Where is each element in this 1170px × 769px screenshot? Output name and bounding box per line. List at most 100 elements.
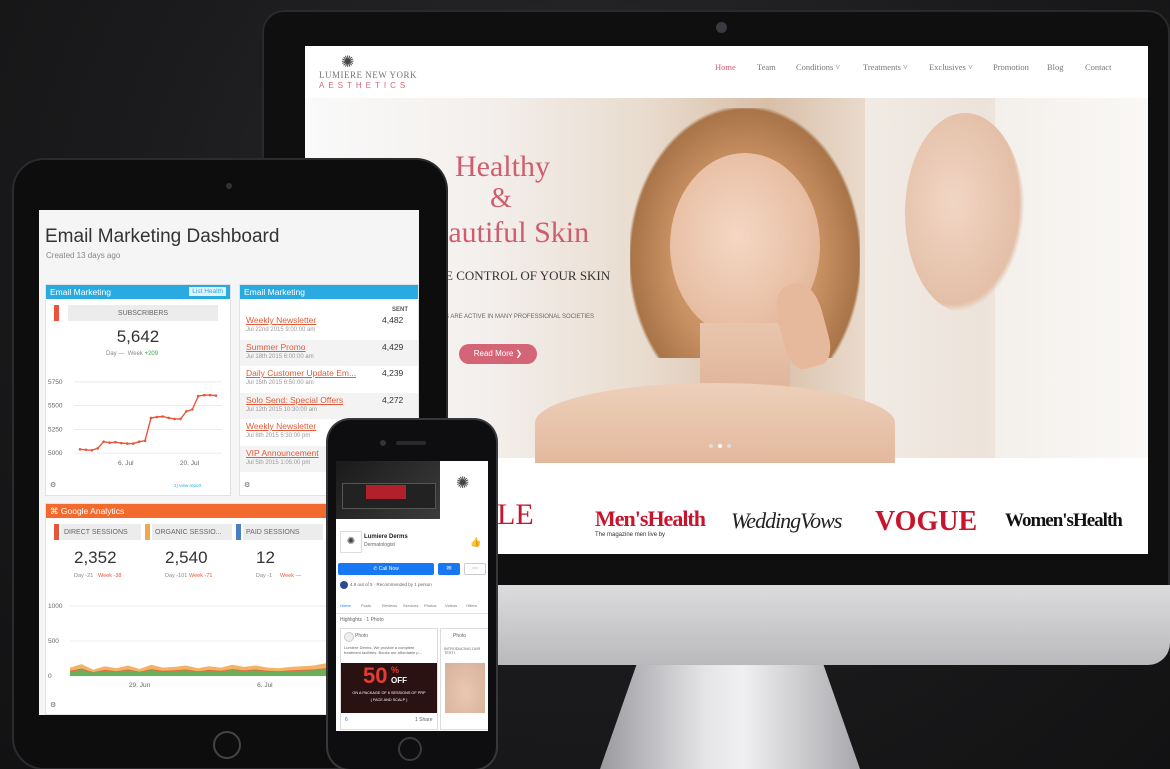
slider-dot[interactable] [718, 444, 722, 448]
brand-logo-icon[interactable]: ✺ [341, 52, 354, 72]
page-tab[interactable]: Home [340, 603, 351, 608]
data-point[interactable] [191, 408, 194, 411]
y-tick-label: 5250 [48, 426, 63, 433]
data-point[interactable] [108, 441, 111, 444]
newsletter-date: Jul 5th 2015 1:05:00 pm [246, 459, 311, 466]
nav-blog[interactable]: Blog [1047, 62, 1064, 72]
home-button[interactable] [213, 731, 241, 759]
data-point[interactable] [114, 440, 117, 444]
brand-tagline[interactable]: AESTHETICS [319, 81, 409, 90]
post-card[interactable]: Photo INTRODUCING OUR TESTI [440, 628, 488, 730]
nav-exclusives[interactable]: Exclusives ˅ [929, 62, 973, 72]
nav-promotion[interactable]: Promotion [993, 62, 1029, 72]
press-logo-vogue: VOGUE [875, 506, 978, 537]
data-point[interactable] [155, 415, 159, 419]
newsletter-name[interactable]: Daily Customer Update Em... [246, 368, 374, 378]
metric-label: ORGANIC SESSIO... [155, 529, 222, 536]
like-icon[interactable]: 👍 [470, 537, 481, 548]
hero-caption: S ARE ACTIVE IN MANY PROFESSIONAL SOCIET… [445, 314, 595, 320]
settings-icon[interactable]: ⚙ [244, 481, 250, 489]
page-tab[interactable]: Photos [424, 603, 436, 608]
messenger-button[interactable]: ✉ [438, 563, 460, 575]
view-report-link[interactable]: 1) view report [174, 483, 201, 488]
nav-conditions[interactable]: Conditions ˅ [796, 62, 840, 72]
page-avatar[interactable]: ✺ [340, 531, 362, 553]
reaction-count: 6 [345, 717, 348, 723]
data-point[interactable] [78, 448, 82, 451]
dashboard-subtitle: Created 13 days ago [46, 251, 121, 260]
data-point[interactable] [84, 448, 88, 452]
slider-dot[interactable] [709, 444, 713, 448]
card-header: Email Marketing [240, 285, 418, 299]
subscribers-line-chart: 5000 5250 5500 5750 6. Jul 20. Jul [48, 379, 222, 467]
data-point[interactable] [143, 439, 147, 443]
post-author: Photo [453, 633, 467, 639]
settings-icon[interactable]: ⚙ [50, 701, 56, 709]
reflection-face [905, 113, 1025, 313]
metric-week-delta: Week — [280, 573, 301, 579]
cover-photo [336, 461, 440, 519]
hero-title-line2: & [490, 183, 512, 214]
data-point[interactable] [96, 447, 100, 450]
metric-day-delta: Day -1 [256, 573, 273, 579]
post-card[interactable]: Photo Lumiere Derms, We provide a comple… [340, 628, 438, 730]
nav-treatments[interactable]: Treatments ˅ [863, 62, 908, 72]
data-point[interactable] [214, 394, 218, 397]
x-tick-label: 29. Jun [129, 682, 151, 689]
data-point[interactable] [90, 448, 94, 452]
data-point[interactable] [149, 416, 153, 420]
page-tab[interactable]: Videos [445, 603, 457, 608]
page-tab[interactable]: Services [403, 603, 418, 608]
page-tab[interactable]: Offers [466, 603, 477, 608]
sent-column-header: SENT [391, 307, 408, 313]
nav-contact[interactable]: Contact [1085, 62, 1111, 72]
data-point[interactable] [202, 393, 206, 397]
data-point[interactable] [137, 440, 141, 443]
call-now-button[interactable]: ✆ Call Now [338, 563, 434, 575]
y-tick-label: 500 [48, 638, 59, 645]
y-tick-label: 5500 [48, 403, 63, 410]
metric-label: DIRECT SESSIONS [64, 529, 128, 536]
home-button[interactable] [398, 737, 422, 761]
list-health-badge[interactable]: List Health [189, 287, 226, 296]
data-point[interactable] [120, 441, 123, 445]
nav-home[interactable]: Home [715, 62, 736, 72]
data-point[interactable] [179, 417, 182, 421]
data-point[interactable] [126, 442, 129, 445]
data-point[interactable] [196, 394, 200, 398]
data-point[interactable] [102, 440, 105, 443]
promo-image: 50 % OFF ON A PACKAGE OF 6 SESSIONS OF P… [341, 663, 437, 713]
data-point[interactable] [173, 417, 176, 421]
nav-team[interactable]: Team [757, 62, 776, 72]
slider-dot[interactable] [727, 444, 731, 448]
newsletter-sent: 4,482 [382, 315, 404, 325]
shoulder-shape [535, 383, 895, 463]
data-point[interactable] [167, 416, 170, 420]
page-tab[interactable]: Reviews [382, 603, 397, 608]
newsletter-name[interactable]: Summer Promo [246, 342, 374, 352]
analytics-title: Google Analytics [60, 506, 125, 516]
camera-icon [226, 183, 232, 189]
week-label: Week [127, 351, 143, 357]
promo-line2: ( FACE AND SCALP ) [370, 698, 408, 702]
newsletter-name[interactable]: Weekly Newsletter [246, 315, 374, 325]
call-now-label: Call Now [378, 566, 399, 572]
mirror-edge [995, 98, 1148, 458]
data-point[interactable] [161, 415, 165, 418]
read-more-button[interactable]: Read More ❯ [459, 344, 537, 364]
data-point[interactable] [208, 393, 212, 397]
newsletter-name[interactable]: Solo Send: Special Offers [246, 395, 374, 405]
newsletter-date: Jul 8th 2015 5:30:00 pm [246, 433, 311, 439]
y-tick-label: 5000 [48, 450, 63, 457]
share-count: 1 Share [415, 717, 433, 723]
promo-percent-sign: % [391, 665, 400, 675]
divider [336, 613, 488, 614]
page-tab[interactable]: Posts [361, 603, 371, 608]
press-logo-womenshealth: Women'sHealth [1005, 510, 1123, 531]
data-point[interactable] [185, 410, 188, 413]
page-name[interactable]: Lumiere Derms [364, 534, 408, 540]
brand-name[interactable]: LUMIERE NEW YORK [319, 70, 417, 80]
more-button[interactable]: ⋯ [464, 563, 486, 575]
settings-icon[interactable]: ⚙ [50, 481, 56, 489]
data-point[interactable] [131, 442, 135, 445]
